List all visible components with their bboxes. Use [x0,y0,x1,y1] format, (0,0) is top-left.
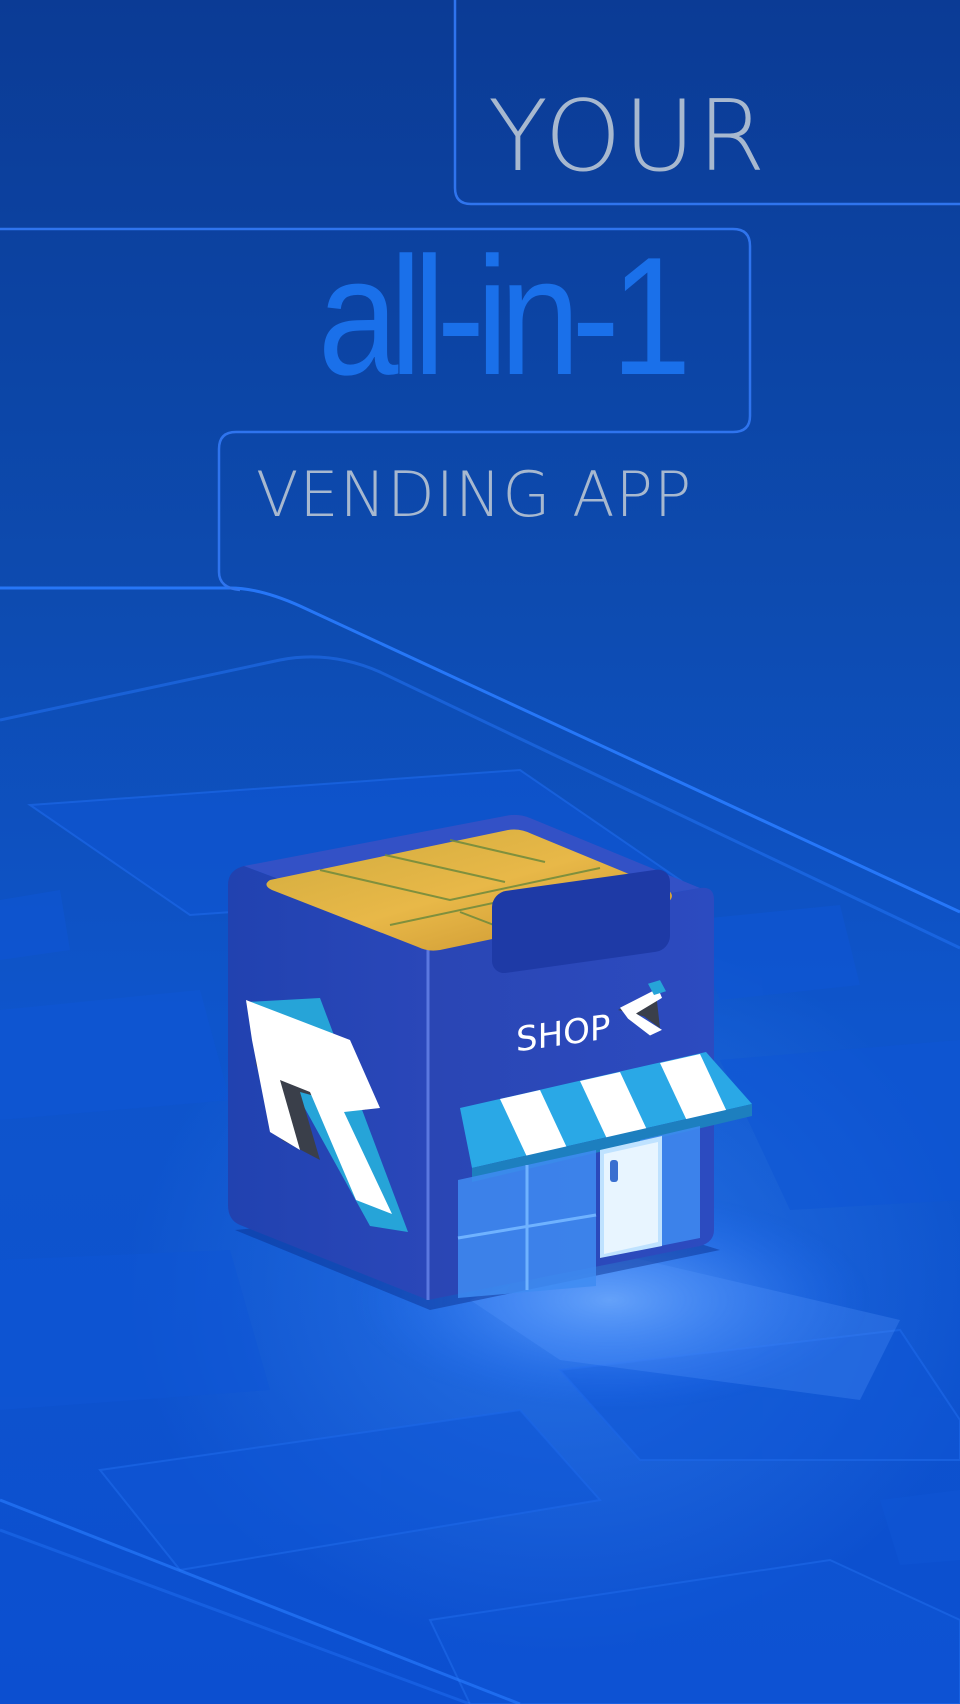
shop-door [600,1136,662,1258]
splash-screen: YOUR all-in-1 VENDING APP SHOP [0,0,960,1704]
shop-illustration: SHOP [228,814,900,1410]
door-handle-icon [610,1160,618,1182]
